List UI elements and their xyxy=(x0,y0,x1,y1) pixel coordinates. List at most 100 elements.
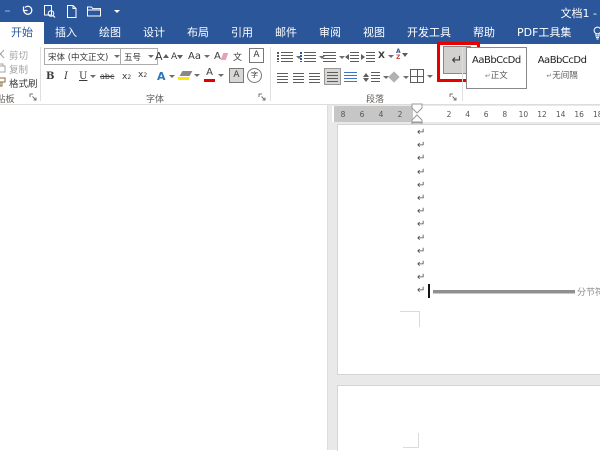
style-card-无间隔[interactable]: AaBbCcDd↵无间隔 xyxy=(532,47,593,89)
horizontal-ruler[interactable]: 864224681012141618 xyxy=(332,106,600,122)
subscript-button[interactable]: x2 xyxy=(122,69,131,85)
tab-12-PDF工具集[interactable]: PDF工具集 xyxy=(506,22,582,44)
up-caret-icon xyxy=(163,54,169,58)
chevron-down-icon[interactable] xyxy=(90,75,96,78)
italic-button[interactable]: I xyxy=(64,68,68,84)
multilevel-list-button[interactable] xyxy=(323,49,345,65)
tab-8-审阅[interactable]: 审阅 xyxy=(308,22,352,44)
bold-button[interactable]: B xyxy=(46,68,54,84)
tab-11-帮助[interactable]: 帮助 xyxy=(462,22,506,44)
distribute-button[interactable] xyxy=(344,69,357,85)
clipboard-button-剪切[interactable]: 剪切 xyxy=(0,48,28,62)
ruler-number: 16 xyxy=(573,110,585,119)
chevron-down-icon[interactable] xyxy=(388,55,394,58)
tab-4-设计[interactable]: 设计 xyxy=(132,22,176,44)
paint-bucket-icon xyxy=(388,71,399,82)
paragraph-mark: ↵ xyxy=(417,205,425,218)
font-color-bar xyxy=(204,79,215,82)
shrink-font-button[interactable]: A xyxy=(171,49,183,65)
paragraph-mark: ↵ xyxy=(417,166,425,179)
chevron-down-icon[interactable] xyxy=(169,75,175,78)
numbered-list-icon xyxy=(300,52,302,62)
clipboard-button-复制[interactable]: 复制 xyxy=(0,62,28,76)
tab-1-开始[interactable]: 开始 xyxy=(0,22,44,44)
font-dialog-launcher[interactable] xyxy=(258,93,267,102)
paragraph-mark: ↵ xyxy=(417,258,425,271)
copy-icon xyxy=(0,63,6,76)
document-page-2[interactable] xyxy=(337,385,600,451)
paragraph-mark: ↵ xyxy=(417,152,425,165)
tab-6-引用[interactable]: 引用 xyxy=(220,22,264,44)
justify-button[interactable] xyxy=(324,68,341,85)
increase-indent-button[interactable] xyxy=(361,49,375,65)
enclose-characters-button[interactable]: 字 xyxy=(247,67,262,83)
font-color-button[interactable]: A xyxy=(204,67,224,83)
strikethrough-button[interactable]: abc xyxy=(100,68,114,84)
character-border-button[interactable]: A xyxy=(249,47,264,63)
tab-5-布局[interactable]: 布局 xyxy=(176,22,220,44)
ruler-number: 4 xyxy=(462,110,474,119)
tell-me-search[interactable]: 操作说明搜索 xyxy=(592,25,600,41)
tab-3-绘图[interactable]: 绘图 xyxy=(88,22,132,44)
decrease-indent-button[interactable] xyxy=(345,49,359,65)
bullet-list-icon xyxy=(277,52,279,62)
align-right-button[interactable] xyxy=(309,70,320,86)
numbering-button[interactable] xyxy=(300,49,325,65)
open-folder-icon[interactable] xyxy=(87,5,101,17)
up-down-arrows-icon xyxy=(363,73,369,82)
multilevel-list-icon xyxy=(323,52,336,62)
shading-button[interactable] xyxy=(388,69,409,85)
chevron-down-icon[interactable] xyxy=(427,75,433,78)
document-page-1[interactable] xyxy=(337,124,600,375)
borders-button[interactable] xyxy=(410,68,433,84)
font-group-label: 字体 xyxy=(115,92,195,105)
align-center-button[interactable] xyxy=(293,70,304,86)
align-left-button[interactable] xyxy=(277,70,288,86)
paragraph-dialog-launcher[interactable] xyxy=(449,93,458,102)
text-highlight-button[interactable] xyxy=(178,67,200,83)
ruler-number: 4 xyxy=(375,110,387,119)
paragraph-mark: ↵ xyxy=(417,179,425,192)
chevron-down-icon[interactable] xyxy=(218,74,224,77)
paragraph-mark: ↵ xyxy=(417,232,425,245)
style-card-正文[interactable]: AaBbCcDd↵正文 xyxy=(466,47,527,89)
clipboard-dialog-launcher[interactable] xyxy=(29,93,38,102)
line-spacing-button[interactable] xyxy=(363,69,389,85)
bullets-button[interactable] xyxy=(277,49,302,65)
tab-9-视图[interactable]: 视图 xyxy=(352,22,396,44)
chevron-down-icon[interactable] xyxy=(194,74,200,77)
qat-customize-dropdown-icon[interactable] xyxy=(114,10,120,13)
font-name-combo[interactable]: 宋体 (中文正文) xyxy=(44,48,124,65)
undo-icon[interactable] xyxy=(21,5,33,17)
ruler-number: 10 xyxy=(517,110,529,119)
tab-7-邮件[interactable]: 邮件 xyxy=(264,22,308,44)
ribbon-tabs: 开始插入绘图设计布局引用邮件审阅视图开发工具帮助PDF工具集 xyxy=(0,22,582,44)
paragraph-mark: ↵ xyxy=(417,218,425,231)
tab-10-开发工具[interactable]: 开发工具 xyxy=(396,22,462,44)
title-bar: 文档1 - xyxy=(0,0,600,22)
chevron-down-icon[interactable] xyxy=(403,76,409,79)
paragraph-mark: ↵ xyxy=(417,271,425,284)
font-size-combo[interactable]: 五号 xyxy=(120,48,158,65)
print-preview-icon[interactable] xyxy=(43,5,56,18)
ruler-number: 8 xyxy=(499,110,511,119)
chevron-down-icon[interactable] xyxy=(148,55,154,58)
character-shading-button[interactable]: A xyxy=(229,67,244,83)
clipboard-group-label: 剪贴板 xyxy=(0,92,18,105)
underline-button[interactable]: U xyxy=(79,68,96,84)
section-break-line xyxy=(433,290,575,294)
clipboard-button-格式刷[interactable]: 格式刷 xyxy=(0,76,38,90)
grow-font-button[interactable]: A xyxy=(155,48,169,64)
window-title: 文档1 - xyxy=(561,5,597,21)
phonetic-guide-button[interactable]: 文 xyxy=(233,48,242,64)
superscript-button[interactable]: x2 xyxy=(138,67,147,83)
asian-layout-button[interactable]: X xyxy=(378,48,394,64)
group-divider xyxy=(270,47,271,101)
change-case-button[interactable]: Aa xyxy=(188,48,210,64)
text-effects-button[interactable]: A xyxy=(157,68,175,84)
tab-2-插入[interactable]: 插入 xyxy=(44,22,88,44)
sort-button[interactable]: AZ xyxy=(396,47,408,63)
margin-crop-mark xyxy=(403,433,419,448)
new-document-icon[interactable] xyxy=(66,5,77,18)
clear-formatting-button[interactable]: A xyxy=(214,48,227,64)
